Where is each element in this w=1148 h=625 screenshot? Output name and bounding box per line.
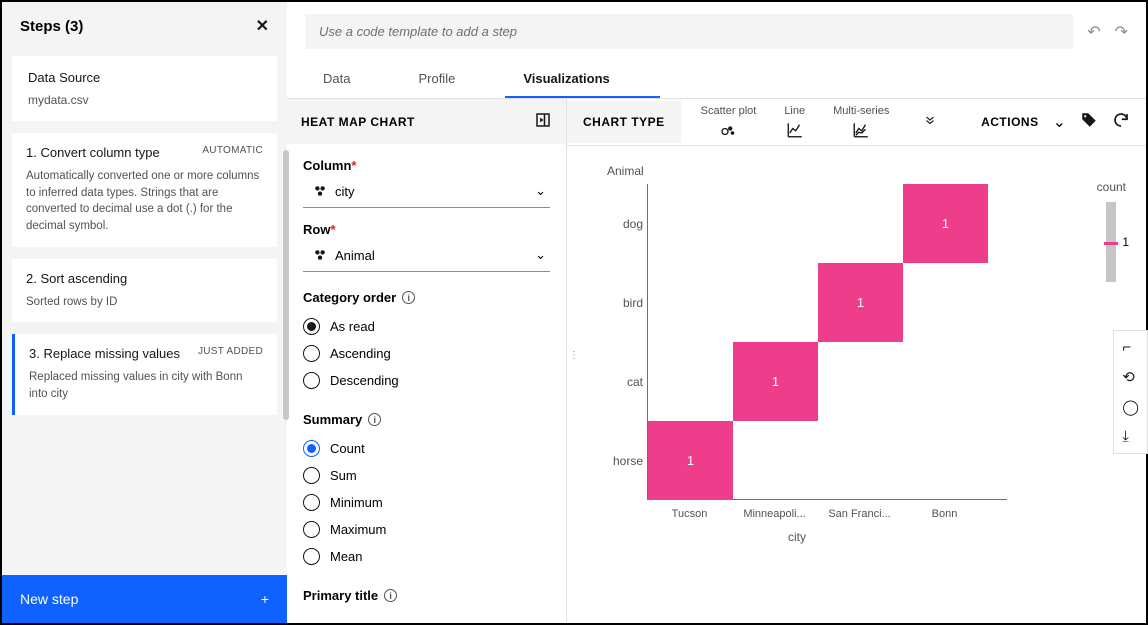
- undo-icon[interactable]: ↶: [1087, 22, 1100, 42]
- x-tick: San Franci...: [828, 508, 890, 520]
- radio-minimum[interactable]: Minimum: [303, 489, 550, 516]
- chart-type-line[interactable]: Line: [784, 105, 805, 139]
- radio-maximum[interactable]: Maximum: [303, 516, 550, 543]
- download-icon[interactable]: ⤓: [1122, 428, 1139, 445]
- tab-data[interactable]: Data: [305, 61, 400, 98]
- radio-descending[interactable]: Descending: [303, 367, 550, 394]
- heatmap-cell[interactable]: 1: [903, 184, 988, 263]
- heatmap-cell[interactable]: 1: [818, 263, 903, 342]
- rotate-icon[interactable]: ⟲: [1122, 368, 1139, 386]
- radio-sum[interactable]: Sum: [303, 462, 550, 489]
- redo-icon[interactable]: ↷: [1115, 22, 1128, 42]
- data-source-file: mydata.csv: [28, 93, 261, 107]
- chevron-down-icon[interactable]: ⌄: [1053, 112, 1066, 132]
- config-panel: HEAT MAP CHART Column* city ⌄ Row* Anima…: [287, 99, 567, 623]
- radio-as-read[interactable]: As read: [303, 313, 550, 340]
- chart-type-label: CHART TYPE: [567, 101, 681, 143]
- floating-toolbar: ⌐ ⟲ ◯ ⤓: [1113, 330, 1148, 454]
- info-icon[interactable]: i: [384, 589, 397, 602]
- code-template-input[interactable]: Use a code template to add a step: [305, 14, 1073, 49]
- step-2[interactable]: 2. Sort ascending Sorted rows by ID: [12, 259, 277, 323]
- radio-count[interactable]: Count: [303, 435, 550, 462]
- y-tick: bird: [587, 296, 643, 310]
- tag-icon[interactable]: [1080, 111, 1098, 134]
- data-source-label: Data Source: [28, 70, 261, 85]
- radio-ascending[interactable]: Ascending: [303, 340, 550, 367]
- heatmap-cell[interactable]: 1: [733, 342, 818, 421]
- tab-profile[interactable]: Profile: [400, 61, 505, 98]
- x-tick: Minneapoli...: [743, 508, 805, 520]
- info-icon[interactable]: i: [402, 291, 415, 304]
- x-axis-label: city: [788, 530, 806, 544]
- refresh-icon[interactable]: [1112, 111, 1130, 134]
- chart-name: HEAT MAP CHART: [301, 115, 415, 129]
- y-tick: cat: [587, 375, 643, 389]
- expand-types-icon[interactable]: [909, 113, 951, 132]
- y-axis-label: Animal: [607, 164, 644, 178]
- loop-icon[interactable]: ◯: [1122, 398, 1139, 416]
- step-1[interactable]: 1. Convert column typeAUTOMATIC Automati…: [12, 133, 277, 247]
- data-source-card[interactable]: Data Source mydata.csv: [12, 56, 277, 121]
- step-3[interactable]: 3. Replace missing valuesJUST ADDED Repl…: [12, 334, 277, 414]
- tab-visualizations[interactable]: Visualizations: [505, 61, 659, 98]
- actions-label[interactable]: ACTIONS: [981, 115, 1039, 129]
- radio-mean[interactable]: Mean: [303, 543, 550, 570]
- chevron-down-icon: ⌄: [535, 247, 546, 263]
- chart-type-multiseries[interactable]: Multi-series: [833, 105, 889, 139]
- y-tick: dog: [587, 217, 643, 231]
- x-tick: Bonn: [932, 508, 958, 520]
- column-select[interactable]: city ⌄: [303, 175, 550, 208]
- steps-sidebar: Steps (3) ✕ Data Source mydata.csv 1. Co…: [2, 2, 287, 623]
- resize-handle[interactable]: ⋮: [569, 350, 577, 361]
- plus-icon: +: [261, 591, 269, 607]
- collapse-icon[interactable]: [534, 111, 552, 132]
- y-tick: horse: [587, 454, 643, 468]
- heatmap-cell[interactable]: 1: [648, 421, 733, 500]
- legend-scale[interactable]: 1: [1106, 202, 1116, 282]
- chart-type-scatter[interactable]: Scatter plot: [701, 105, 757, 139]
- x-tick: Tucson: [672, 508, 708, 520]
- row-select[interactable]: Animal ⌄: [303, 239, 550, 272]
- heatmap-chart: Animal 1111 city dogbirdcathorseTucsonMi…: [587, 170, 1007, 550]
- sidebar-title: Steps (3): [20, 18, 83, 35]
- scrollbar[interactable]: [283, 150, 289, 420]
- info-icon[interactable]: i: [368, 413, 381, 426]
- new-step-button[interactable]: New step+: [2, 575, 287, 623]
- close-icon[interactable]: ✕: [256, 16, 269, 36]
- chevron-down-icon: ⌄: [535, 183, 546, 199]
- crop-icon[interactable]: ⌐: [1122, 339, 1139, 356]
